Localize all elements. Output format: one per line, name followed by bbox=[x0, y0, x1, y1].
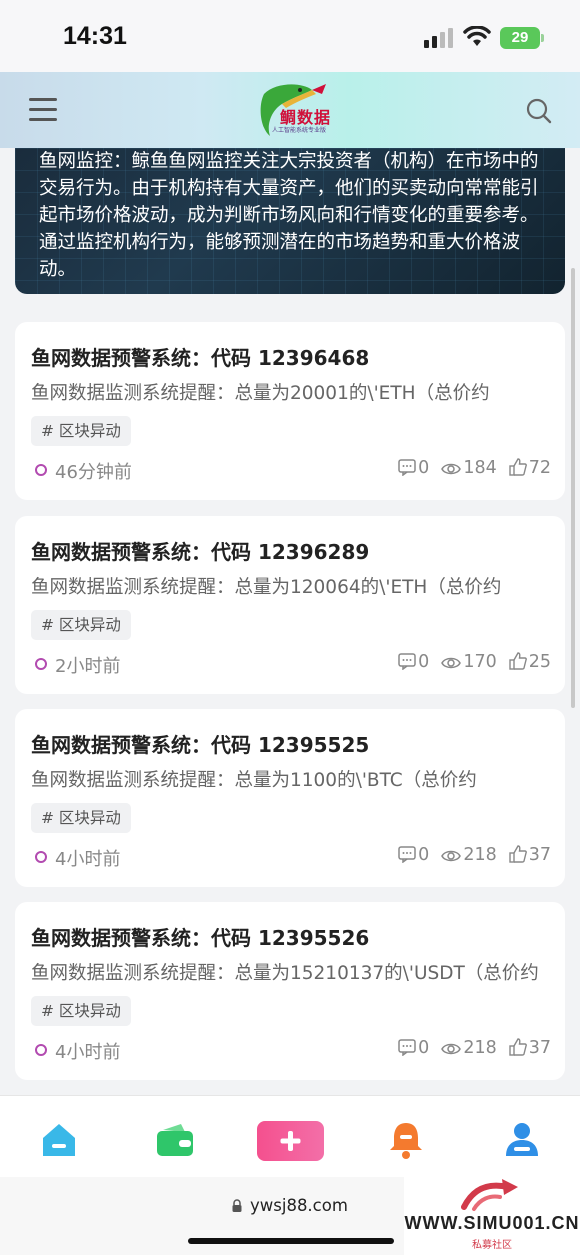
alert-card[interactable]: 鱼网数据预警系统：代码 12396289 鱼网数据监测系统提醒：总量为120064… bbox=[15, 516, 565, 694]
view-count-value: 184 bbox=[463, 458, 497, 478]
like-count[interactable]: 25 bbox=[509, 652, 551, 672]
alert-card[interactable]: 鱼网数据预警系统：代码 12395525 鱼网数据监测系统提醒：总量为1100的\… bbox=[15, 709, 565, 887]
card-time: 2小时前 bbox=[55, 656, 121, 677]
hamburger-icon[interactable] bbox=[29, 98, 57, 122]
alert-card[interactable]: 鱼网数据预警系统：代码 12396468 鱼网数据监测系统提醒：总量为20001的… bbox=[15, 322, 565, 500]
comment-icon bbox=[398, 845, 418, 865]
search-icon[interactable] bbox=[526, 98, 552, 124]
card-description: 鱼网数据监测系统提醒：总量为120064的\'ETH（总价约 bbox=[31, 577, 502, 598]
time-dot-icon bbox=[35, 464, 47, 476]
battery-indicator: 29 bbox=[500, 27, 544, 49]
plus-icon bbox=[280, 1131, 301, 1151]
card-meta: 4小时前 0 218 37 bbox=[31, 845, 551, 871]
view-count-value: 218 bbox=[463, 1038, 497, 1058]
card-tag[interactable]: # 区块异动 bbox=[31, 803, 131, 833]
like-count-value: 37 bbox=[528, 845, 551, 865]
lock-icon bbox=[232, 1199, 242, 1212]
add-button[interactable] bbox=[257, 1121, 324, 1161]
home-indicator[interactable] bbox=[188, 1238, 394, 1244]
like-count[interactable]: 37 bbox=[509, 845, 551, 865]
comment-count[interactable]: 0 bbox=[398, 458, 429, 478]
comment-count-value: 0 bbox=[418, 845, 430, 865]
like-count-value: 37 bbox=[528, 1038, 551, 1058]
eye-icon bbox=[441, 652, 463, 672]
scrollbar[interactable] bbox=[571, 268, 575, 708]
logo-subtitle: 人工智能系统专业版 bbox=[272, 127, 327, 134]
watermark-subtitle: 私募社区 bbox=[472, 1240, 512, 1251]
like-count-value: 72 bbox=[528, 458, 551, 478]
status-bar: 14:31 29 bbox=[0, 0, 580, 72]
thumbs-up-icon bbox=[509, 652, 529, 672]
view-count: 218 bbox=[441, 845, 497, 865]
view-count: 170 bbox=[441, 652, 497, 672]
view-count: 184 bbox=[441, 458, 497, 478]
card-title: 鱼网数据预警系统：代码 12395526 bbox=[31, 926, 370, 950]
like-count[interactable]: 37 bbox=[509, 1038, 551, 1058]
card-description: 鱼网数据监测系统提醒：总量为1100的\'BTC（总价约 bbox=[31, 770, 477, 791]
user-icon[interactable] bbox=[502, 1120, 542, 1160]
comment-count-value: 0 bbox=[418, 652, 430, 672]
view-count: 218 bbox=[441, 1038, 497, 1058]
time-dot-icon bbox=[35, 1044, 47, 1056]
card-description: 鱼网数据监测系统提醒：总量为20001的\'ETH（总价约 bbox=[31, 383, 490, 404]
comment-count[interactable]: 0 bbox=[398, 1038, 429, 1058]
comment-icon bbox=[398, 652, 418, 672]
comment-count[interactable]: 0 bbox=[398, 845, 429, 865]
comment-icon bbox=[398, 458, 418, 478]
thumbs-up-icon bbox=[509, 845, 529, 865]
card-title: 鱼网数据预警系统：代码 12396468 bbox=[31, 346, 370, 370]
eye-icon bbox=[441, 845, 463, 865]
comment-count-value: 0 bbox=[418, 1038, 430, 1058]
card-time: 46分钟前 bbox=[55, 462, 132, 483]
card-tag[interactable]: # 区块异动 bbox=[31, 996, 131, 1026]
comment-count[interactable]: 0 bbox=[398, 652, 429, 672]
card-title: 鱼网数据预警系统：代码 12395525 bbox=[31, 733, 370, 757]
card-description: 鱼网数据监测系统提醒：总量为15210137的\'USDT（总价约 bbox=[31, 963, 539, 984]
card-tag[interactable]: # 区块异动 bbox=[31, 416, 131, 446]
view-count-value: 170 bbox=[463, 652, 497, 672]
card-stats: 0 184 72 bbox=[386, 458, 551, 478]
like-count-value: 25 bbox=[528, 652, 551, 672]
watermark-logo-icon bbox=[461, 1179, 518, 1211]
alert-card[interactable]: 鱼网数据预警系统：代码 12395526 鱼网数据监测系统提醒：总量为152101… bbox=[15, 902, 565, 1080]
time-dot-icon bbox=[35, 851, 47, 863]
cellular-signal-icon bbox=[424, 28, 453, 48]
card-stats: 0 218 37 bbox=[386, 845, 551, 865]
watermark: WWW.SIMU001.CN 私募社区 bbox=[404, 1175, 580, 1255]
thumbs-up-icon bbox=[509, 458, 529, 478]
card-stats: 0 218 37 bbox=[386, 1038, 551, 1058]
view-count-value: 218 bbox=[463, 845, 497, 865]
time-dot-icon bbox=[35, 658, 47, 670]
card-time: 4小时前 bbox=[55, 849, 121, 870]
info-banner[interactable]: 鱼网监控：鲸鱼鱼网监控关注大宗投资者（机构）在市场中的交易行为。由于机构持有大量… bbox=[15, 148, 565, 294]
eye-icon bbox=[441, 1038, 463, 1058]
like-count[interactable]: 72 bbox=[509, 458, 551, 478]
card-stats: 0 170 25 bbox=[386, 652, 551, 672]
thumbs-up-icon bbox=[509, 1038, 529, 1058]
card-tag[interactable]: # 区块异动 bbox=[31, 610, 131, 640]
bottom-nav bbox=[0, 1095, 580, 1177]
status-time: 14:31 bbox=[63, 22, 127, 50]
wallet-icon[interactable] bbox=[155, 1120, 195, 1160]
card-title: 鱼网数据预警系统：代码 12396289 bbox=[31, 540, 370, 564]
url-text: ywsj88.com bbox=[250, 1196, 348, 1215]
comment-icon bbox=[398, 1038, 418, 1058]
watermark-text: WWW.SIMU001.CN bbox=[404, 1213, 580, 1233]
wifi-icon bbox=[463, 26, 491, 46]
card-meta: 2小时前 0 170 25 bbox=[31, 652, 551, 678]
card-meta: 46分钟前 0 184 72 bbox=[31, 458, 551, 484]
home-icon[interactable] bbox=[39, 1120, 79, 1160]
card-time: 4小时前 bbox=[55, 1042, 121, 1063]
card-meta: 4小时前 0 218 37 bbox=[31, 1038, 551, 1064]
comment-count-value: 0 bbox=[418, 458, 430, 478]
bell-icon[interactable] bbox=[386, 1120, 426, 1160]
banner-text: 鱼网监控：鲸鱼鱼网监控关注大宗投资者（机构）在市场中的交易行为。由于机构持有大量… bbox=[39, 151, 539, 280]
eye-icon bbox=[441, 458, 463, 478]
